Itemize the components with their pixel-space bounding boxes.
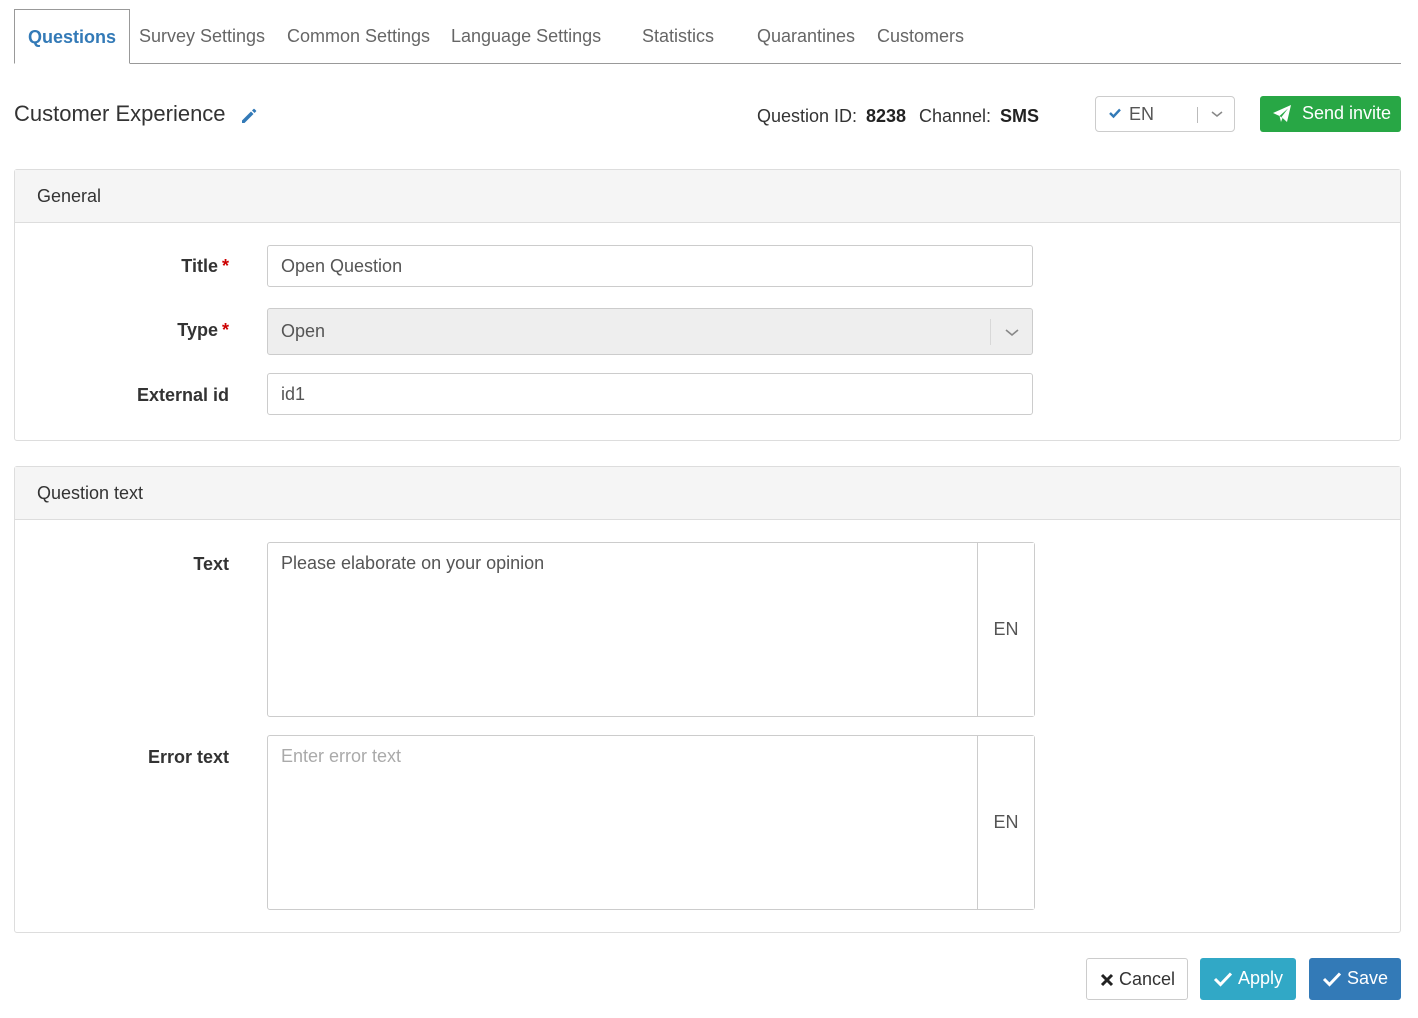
cancel-button[interactable]: Cancel bbox=[1086, 958, 1188, 1000]
save-button[interactable]: Save bbox=[1309, 958, 1401, 1000]
tab-statistics[interactable]: Statistics bbox=[642, 9, 714, 64]
language-select[interactable]: EN bbox=[1095, 96, 1235, 132]
question-text-panel: Question text Text Please elaborate on y… bbox=[14, 466, 1401, 933]
text-textarea[interactable]: Please elaborate on your opinion bbox=[268, 543, 978, 716]
type-label: Type * bbox=[177, 320, 229, 340]
general-panel: General Title * Open Question Type * Open … bbox=[14, 169, 1401, 441]
chevron-down-icon bbox=[1005, 329, 1019, 337]
text-label: Text bbox=[193, 554, 229, 574]
save-label: Save bbox=[1347, 968, 1389, 988]
send-invite-label: Send invite bbox=[1302, 103, 1392, 123]
text-field-group: Please elaborate on your opinion EN bbox=[267, 542, 1035, 717]
tab-common-settings[interactable]: Common Settings bbox=[287, 9, 430, 64]
check-icon bbox=[1213, 972, 1233, 987]
select-separator bbox=[990, 319, 991, 345]
tab-language-settings[interactable]: Language Settings bbox=[451, 9, 601, 64]
cancel-label: Cancel bbox=[1119, 969, 1176, 989]
external-id-label: External id bbox=[136, 385, 229, 405]
page-title: Customer Experience bbox=[14, 101, 226, 126]
external-id-input[interactable]: id1 bbox=[267, 373, 1033, 415]
check-icon bbox=[1322, 972, 1342, 987]
check-icon bbox=[1109, 108, 1121, 119]
tab-survey-settings[interactable]: Survey Settings bbox=[139, 9, 265, 64]
type-select-value: Open bbox=[281, 321, 326, 341]
required-mark: * bbox=[221, 320, 229, 340]
apply-label: Apply bbox=[1238, 968, 1284, 988]
language-select-value: EN bbox=[1129, 104, 1155, 124]
title-label: Title * bbox=[181, 256, 229, 276]
error-text-field-group: Enter error text EN bbox=[267, 735, 1035, 910]
tab-questions[interactable]: Questions bbox=[14, 9, 131, 64]
pencil-icon[interactable] bbox=[239, 106, 259, 126]
tab-bar: Questions Survey Settings Common Setting… bbox=[14, 9, 1401, 64]
apply-button[interactable]: Apply bbox=[1200, 958, 1296, 1000]
chevron-down-icon bbox=[1211, 111, 1223, 117]
text-language-addon: EN bbox=[978, 543, 1034, 716]
question-text-heading: Question text bbox=[15, 467, 1400, 520]
paper-plane-icon bbox=[1273, 105, 1291, 122]
required-mark: * bbox=[221, 256, 229, 276]
send-invite-button[interactable]: Send invite bbox=[1260, 96, 1401, 132]
error-text-language-addon: EN bbox=[978, 736, 1034, 909]
error-text-label: Error text bbox=[147, 747, 229, 767]
general-heading: General bbox=[15, 170, 1400, 223]
times-icon bbox=[1100, 973, 1114, 987]
tab-quarantines[interactable]: Quarantines bbox=[757, 9, 855, 64]
channel-label: Channel: bbox=[919, 106, 992, 126]
type-select[interactable]: Open bbox=[267, 308, 1033, 355]
title-input[interactable]: Open Question bbox=[267, 245, 1033, 287]
question-id-value: 8238 bbox=[866, 106, 907, 126]
channel-value: SMS bbox=[1000, 106, 1040, 126]
select-separator bbox=[1197, 107, 1198, 123]
tab-customers[interactable]: Customers bbox=[877, 9, 964, 64]
question-id-label: Question ID: bbox=[757, 106, 858, 126]
error-text-textarea[interactable]: Enter error text bbox=[268, 736, 978, 909]
